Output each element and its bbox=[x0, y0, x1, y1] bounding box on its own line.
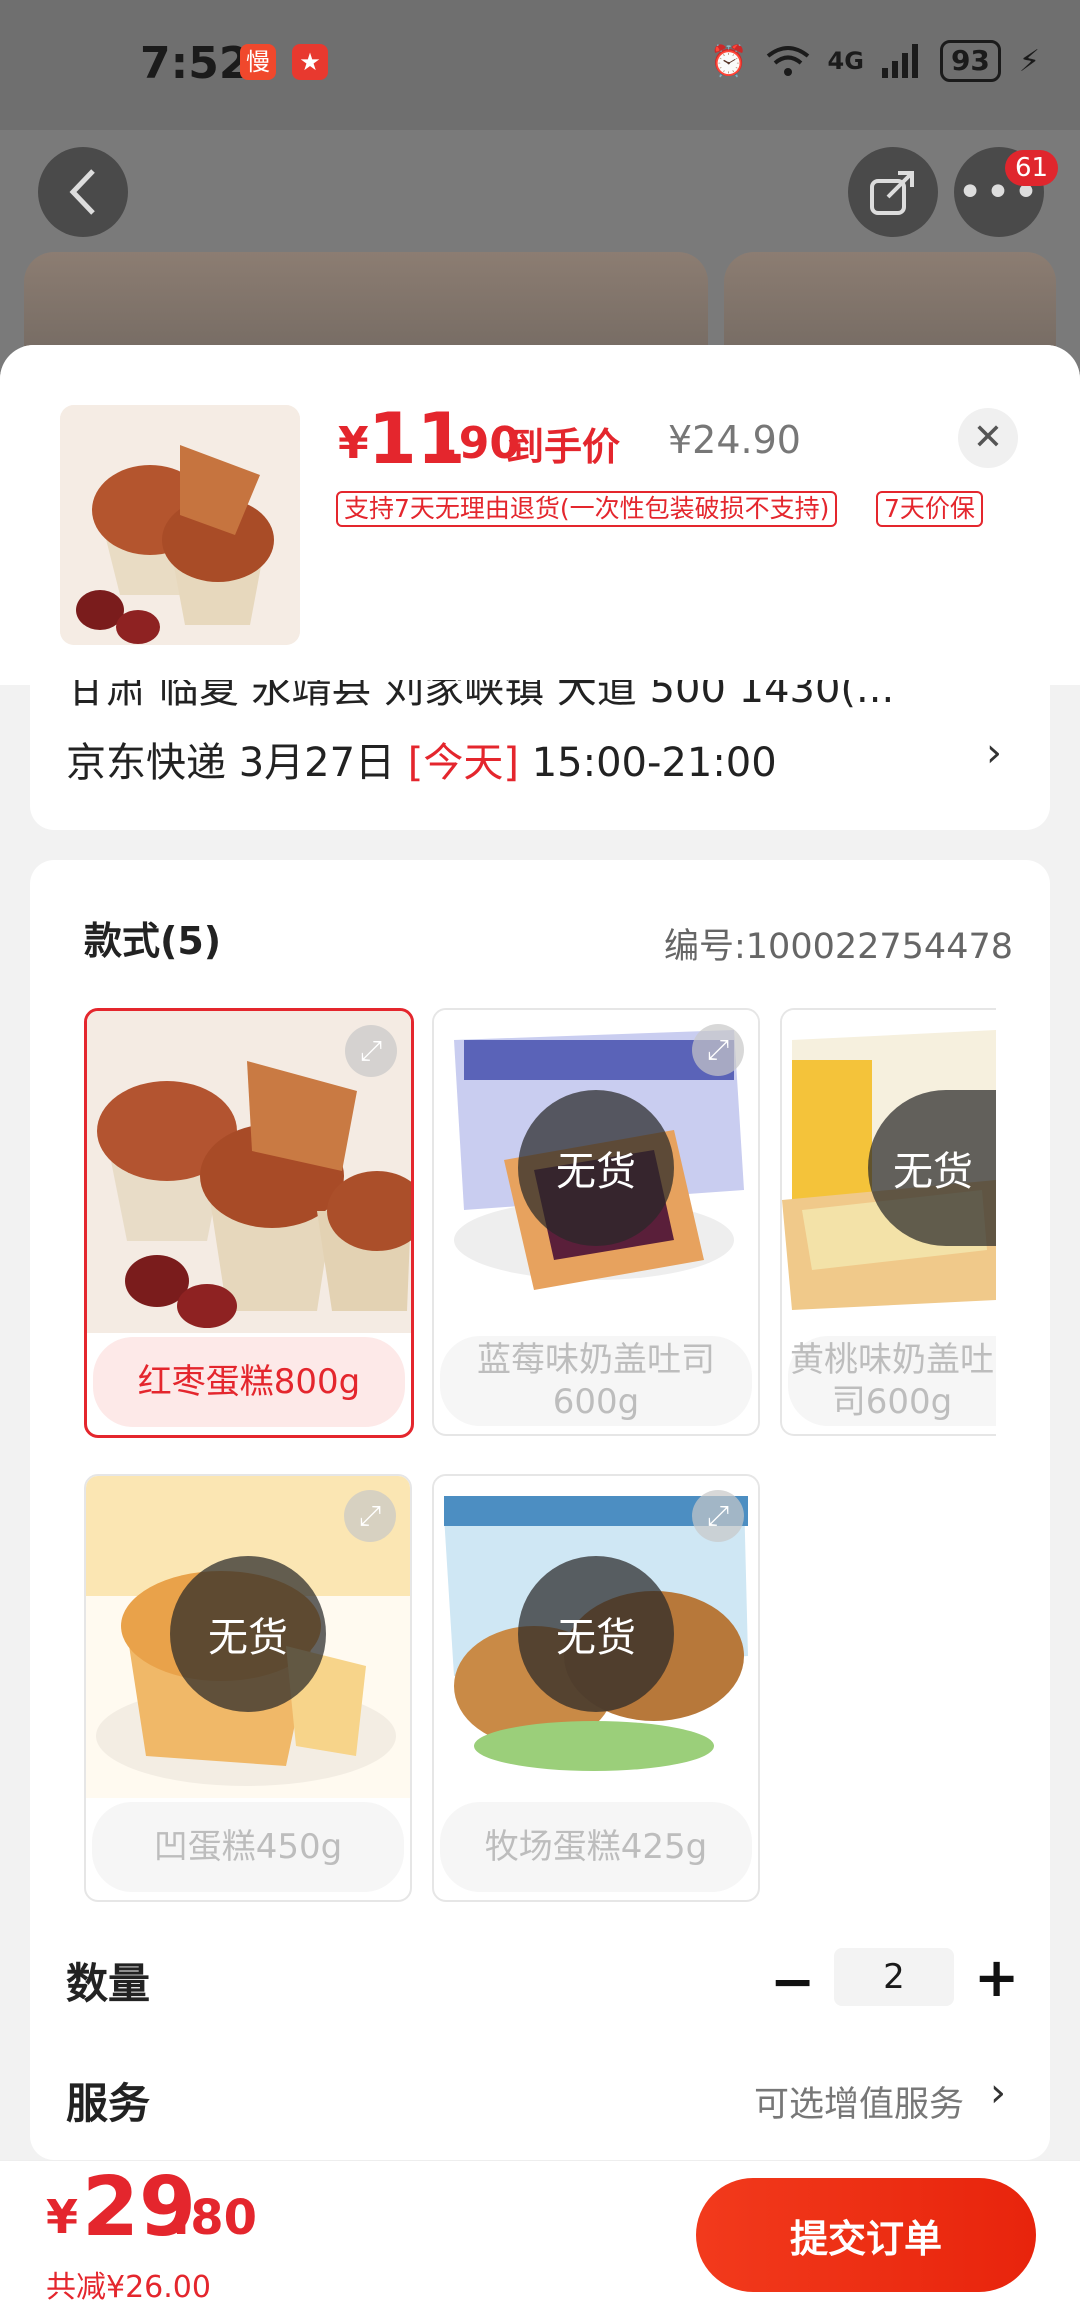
out-of-stock-overlay: 无货 bbox=[518, 1556, 674, 1712]
close-button[interactable]: ✕ bbox=[958, 408, 1018, 468]
out-of-stock-overlay: 无货 bbox=[170, 1556, 326, 1712]
battery-icon: 93 bbox=[939, 40, 1001, 82]
variant-label: 蓝莓味奶盖吐司600g bbox=[440, 1336, 752, 1426]
price-symbol: ¥ bbox=[338, 418, 369, 469]
status-icons: ⏰ 4G 93 ⚡ bbox=[710, 40, 1040, 82]
return-policy-tag: 支持7天无理由退货(一次性包装破损不支持) bbox=[336, 491, 838, 527]
chevron-left-icon bbox=[69, 169, 95, 215]
share-button[interactable] bbox=[848, 147, 938, 237]
variant-option[interactable]: 无货 ⤢ 牧场蛋糕425g bbox=[432, 1474, 760, 1902]
service-label: 服务 bbox=[66, 2079, 151, 2128]
notification-app-icon: 慢 bbox=[240, 44, 276, 80]
total-savings: 共减¥26.00 bbox=[46, 2270, 211, 2305]
delivery-today: [今天] bbox=[407, 740, 519, 786]
variant-option[interactable]: ⤢ 红枣蛋糕800g bbox=[84, 1008, 414, 1438]
status-time: 7:52 bbox=[140, 38, 250, 89]
quantity-input[interactable]: 2 bbox=[834, 1948, 954, 2006]
variant-label: 红枣蛋糕800g bbox=[93, 1337, 405, 1427]
variant-label: 牧场蛋糕425g bbox=[440, 1802, 752, 1892]
address-text: 甘肃 临夏 永靖县 刘家峡镇 大道 500 1430(... bbox=[66, 680, 895, 712]
back-button[interactable] bbox=[38, 147, 128, 237]
out-of-stock-overlay: 无货 bbox=[518, 1090, 674, 1246]
close-icon: ✕ bbox=[972, 417, 1004, 458]
expand-icon[interactable]: ⤢ bbox=[345, 1025, 397, 1077]
submit-order-button[interactable]: 提交订单 bbox=[696, 2178, 1036, 2292]
variant-option[interactable]: 无货 ⤢ 凹蛋糕450g bbox=[84, 1474, 412, 1902]
delivery-time: 15:00-21:00 bbox=[531, 740, 777, 786]
wifi-icon bbox=[766, 46, 809, 76]
variant-label: 黄桃味奶盖吐司600g bbox=[788, 1336, 996, 1426]
quantity-decrement-button[interactable]: − bbox=[770, 1950, 815, 2013]
notification-badge: 61 bbox=[1005, 150, 1059, 186]
alarm-icon: ⏰ bbox=[710, 43, 748, 79]
charging-icon: ⚡ bbox=[1018, 43, 1040, 79]
chevron-right-icon: › bbox=[986, 730, 1002, 776]
quantity-increment-button[interactable]: + bbox=[974, 1946, 1019, 2009]
share-icon bbox=[870, 171, 914, 215]
network-label: 4G bbox=[827, 47, 864, 75]
notification-app-icon: ★ bbox=[292, 44, 328, 80]
variant-option[interactable]: 无货 ⤢ 蓝莓味奶盖吐司600g bbox=[432, 1008, 760, 1436]
quantity-label: 数量 bbox=[66, 1959, 151, 2008]
service-value[interactable]: 可选增值服务 bbox=[754, 2076, 964, 2127]
variant-section-title: 款式(5) bbox=[84, 919, 222, 963]
variant-option[interactable]: 无货 黄桃味奶盖吐司600g bbox=[780, 1008, 996, 1436]
delivery-info: 京东快递 3月27日 [今天] 15:00-21:00 bbox=[66, 730, 777, 788]
sku-number: 编号:100022754478 bbox=[664, 927, 1014, 967]
total-symbol: ¥ bbox=[46, 2190, 79, 2244]
expand-icon[interactable]: ⤢ bbox=[344, 1490, 396, 1542]
delivery-card[interactable]: 甘肃 临夏 永靖县 刘家峡镇 大道 500 1430(... 京东快递 3月27… bbox=[30, 680, 1050, 830]
delivery-carrier: 京东快递 3月27日 bbox=[66, 740, 396, 786]
price-label: 到手价 bbox=[506, 425, 621, 469]
expand-icon[interactable]: ⤢ bbox=[692, 1490, 744, 1542]
total-decimal: .80 bbox=[172, 2190, 258, 2246]
price-protect-tag: 7天价保 bbox=[876, 491, 983, 527]
chevron-right-icon: › bbox=[990, 2070, 1006, 2116]
expand-icon[interactable]: ⤢ bbox=[692, 1024, 744, 1076]
signal-icon bbox=[881, 44, 918, 78]
original-price: ¥24.90 bbox=[668, 418, 801, 462]
variant-label: 凹蛋糕450g bbox=[92, 1802, 404, 1892]
product-thumbnail[interactable] bbox=[60, 405, 300, 645]
